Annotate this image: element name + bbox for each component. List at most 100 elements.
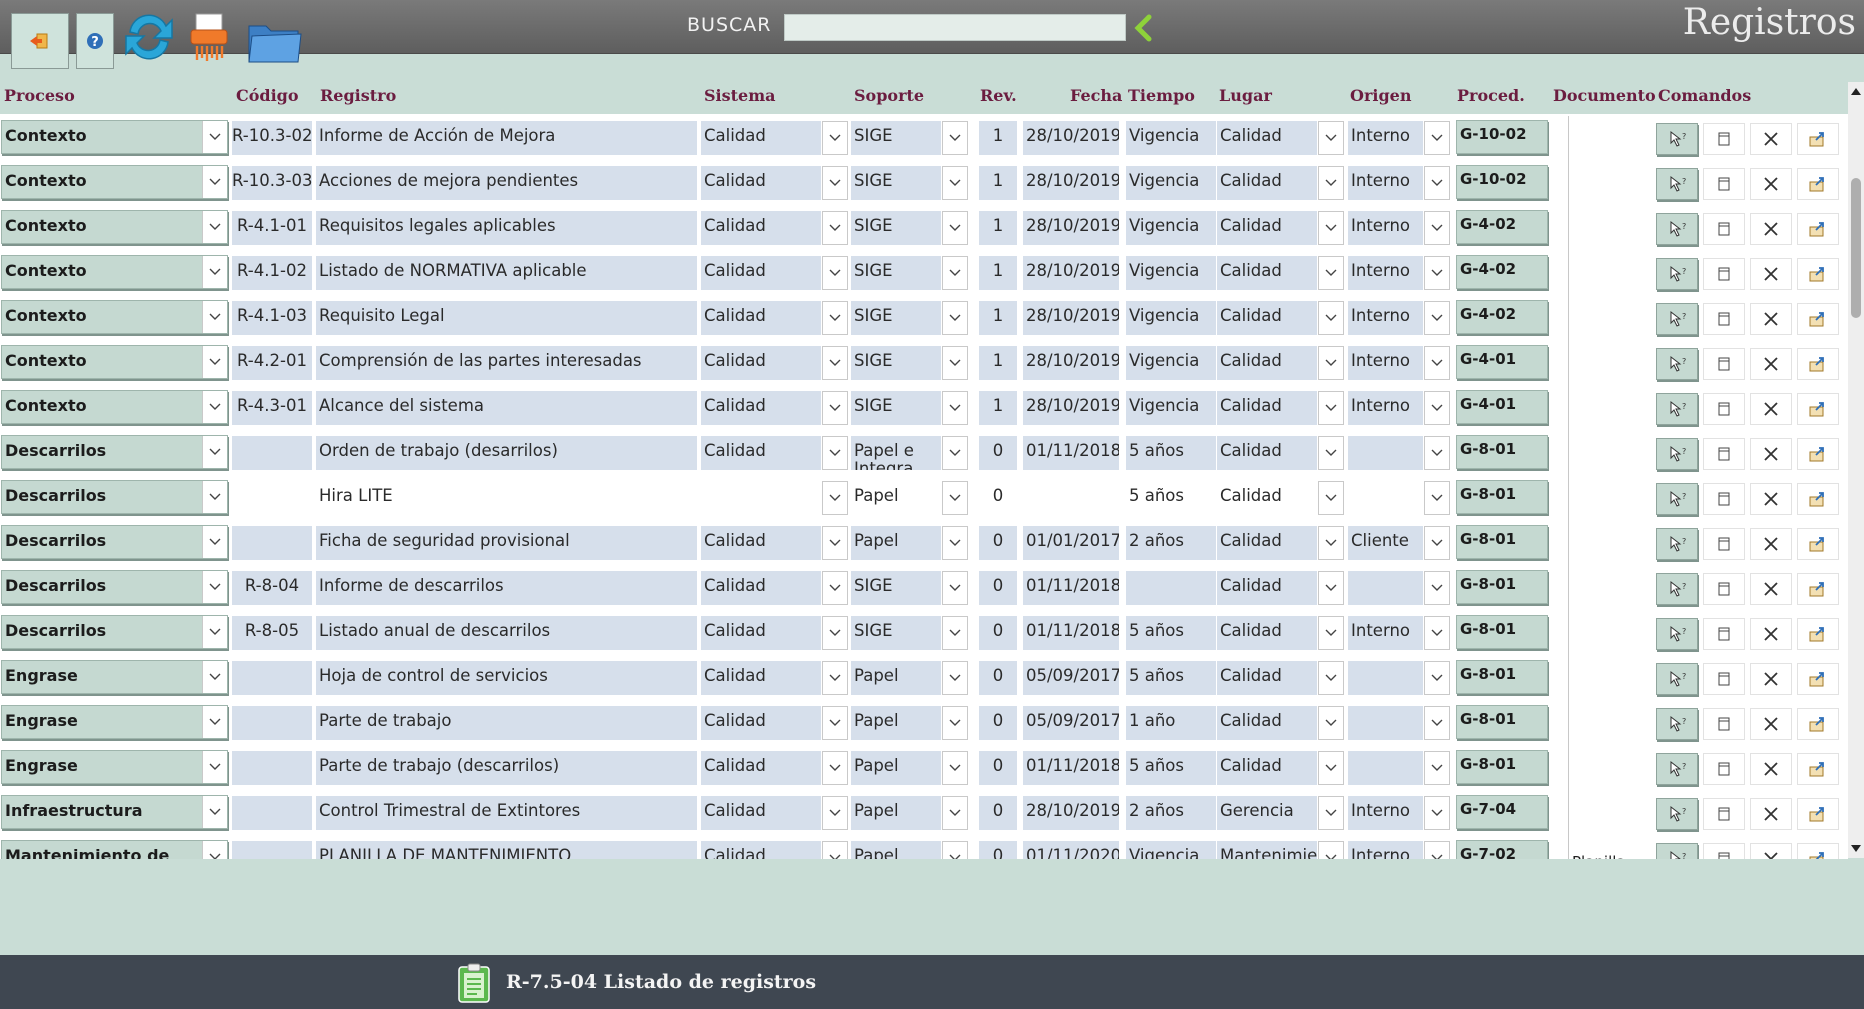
- tiempo-field[interactable]: Vigencia: [1126, 391, 1216, 425]
- registro-field[interactable]: Listado anual de descarrilos: [316, 616, 697, 650]
- chevron-down-icon[interactable]: [202, 661, 227, 693]
- chevron-down-icon[interactable]: [822, 661, 848, 695]
- registro-field[interactable]: PLANILLA DE MANTENIMIENTO: [316, 841, 697, 859]
- edit-button[interactable]: ?: [1656, 483, 1698, 515]
- chevron-down-icon[interactable]: [1318, 841, 1344, 859]
- proceso-combo[interactable]: Descarrilos: [1, 525, 228, 559]
- edit-button[interactable]: ?: [1656, 798, 1698, 830]
- codigo-field[interactable]: R-10.3-03: [232, 166, 312, 200]
- chevron-down-icon[interactable]: [822, 166, 848, 200]
- tiempo-field[interactable]: 5 años: [1126, 616, 1216, 650]
- fecha-field[interactable]: 01/01/2017: [1023, 526, 1119, 560]
- sistema-field[interactable]: [701, 481, 821, 515]
- lugar-field[interactable]: Calidad: [1217, 121, 1317, 155]
- chevron-down-icon[interactable]: [1318, 526, 1344, 560]
- origen-field[interactable]: Interno: [1348, 301, 1423, 335]
- lugar-field[interactable]: Calidad: [1217, 256, 1317, 290]
- documento-field[interactable]: Planilla: [1568, 836, 1656, 859]
- tiempo-field[interactable]: Vigencia: [1126, 841, 1216, 859]
- chevron-down-icon[interactable]: [1318, 301, 1344, 335]
- tiempo-field[interactable]: 5 años: [1126, 436, 1216, 470]
- proced-field[interactable]: G-8-01: [1456, 750, 1548, 784]
- edit-button[interactable]: ?: [1656, 663, 1698, 695]
- codigo-field[interactable]: [232, 796, 312, 830]
- rev-field[interactable]: 0: [979, 751, 1017, 785]
- codigo-field[interactable]: R-8-05: [232, 616, 312, 650]
- lugar-field[interactable]: Calidad: [1217, 616, 1317, 650]
- soporte-field[interactable]: SIGE: [851, 256, 941, 290]
- lugar-field[interactable]: Calidad: [1217, 346, 1317, 380]
- soporte-field[interactable]: SIGE: [851, 571, 941, 605]
- origen-field[interactable]: Interno: [1348, 211, 1423, 245]
- registro-field[interactable]: Informe de descarrilos: [316, 571, 697, 605]
- chevron-down-icon[interactable]: [1318, 256, 1344, 290]
- proced-field[interactable]: G-4-02: [1456, 300, 1548, 334]
- documento-field[interactable]: [1568, 476, 1656, 521]
- chevron-down-icon[interactable]: [1424, 121, 1450, 155]
- chevron-down-icon[interactable]: [822, 301, 848, 335]
- chevron-down-icon[interactable]: [1318, 571, 1344, 605]
- chevron-down-icon[interactable]: [202, 121, 227, 153]
- soporte-field[interactable]: SIGE: [851, 616, 941, 650]
- delete-button[interactable]: [1750, 348, 1792, 380]
- tiempo-field[interactable]: Vigencia: [1126, 166, 1216, 200]
- export-button[interactable]: [1797, 303, 1839, 335]
- registro-field[interactable]: Informe de Acción de Mejora: [316, 121, 697, 155]
- chevron-down-icon[interactable]: [942, 391, 968, 425]
- fecha-field[interactable]: 01/11/2018: [1023, 571, 1119, 605]
- chevron-down-icon[interactable]: [1424, 526, 1450, 560]
- rev-field[interactable]: 0: [979, 661, 1017, 695]
- chevron-down-icon[interactable]: [1318, 481, 1344, 515]
- proced-field[interactable]: G-8-01: [1456, 660, 1548, 694]
- chevron-down-icon[interactable]: [1424, 301, 1450, 335]
- copy-button[interactable]: [1703, 708, 1745, 740]
- chevron-down-icon[interactable]: [1318, 346, 1344, 380]
- codigo-field[interactable]: [232, 706, 312, 740]
- chevron-down-icon[interactable]: [1318, 751, 1344, 785]
- vertical-scrollbar[interactable]: [1848, 82, 1864, 858]
- export-button[interactable]: [1797, 663, 1839, 695]
- export-button[interactable]: [1797, 843, 1839, 859]
- documento-field[interactable]: [1568, 656, 1656, 701]
- rev-field[interactable]: 0: [979, 706, 1017, 740]
- fecha-field[interactable]: 28/10/2019: [1023, 301, 1119, 335]
- documento-field[interactable]: [1568, 521, 1656, 566]
- origen-field[interactable]: Interno: [1348, 346, 1423, 380]
- tiempo-field[interactable]: 2 años: [1126, 526, 1216, 560]
- fecha-field[interactable]: 28/10/2019: [1023, 121, 1119, 155]
- lugar-field[interactable]: Calidad: [1217, 211, 1317, 245]
- proced-field[interactable]: G-8-01: [1456, 705, 1548, 739]
- documento-field[interactable]: [1568, 386, 1656, 431]
- registro-field[interactable]: Listado de NORMATIVA aplicable: [316, 256, 697, 290]
- edit-button[interactable]: ?: [1656, 168, 1698, 200]
- chevron-down-icon[interactable]: [202, 256, 227, 288]
- search-input[interactable]: [784, 14, 1126, 41]
- chevron-down-icon[interactable]: [1318, 616, 1344, 650]
- fecha-field[interactable]: 01/11/2018: [1023, 616, 1119, 650]
- soporte-field[interactable]: SIGE: [851, 121, 941, 155]
- sistema-field[interactable]: Calidad: [701, 661, 821, 695]
- codigo-field[interactable]: R-4.1-01: [232, 211, 312, 245]
- chevron-down-icon[interactable]: [822, 391, 848, 425]
- codigo-field[interactable]: R-4.1-03: [232, 301, 312, 335]
- sistema-field[interactable]: Calidad: [701, 346, 821, 380]
- soporte-field[interactable]: Papel: [851, 706, 941, 740]
- delete-button[interactable]: [1750, 618, 1792, 650]
- rev-field[interactable]: 0: [979, 571, 1017, 605]
- export-button[interactable]: [1797, 213, 1839, 245]
- fecha-field[interactable]: 28/10/2019: [1023, 256, 1119, 290]
- proced-field[interactable]: G-10-02: [1456, 165, 1548, 199]
- lugar-field[interactable]: Calidad: [1217, 661, 1317, 695]
- chevron-down-icon[interactable]: [1318, 796, 1344, 830]
- tiempo-field[interactable]: [1126, 571, 1216, 605]
- edit-button[interactable]: ?: [1656, 258, 1698, 290]
- tiempo-field[interactable]: Vigencia: [1126, 346, 1216, 380]
- copy-button[interactable]: [1703, 438, 1745, 470]
- tiempo-field[interactable]: Vigencia: [1126, 301, 1216, 335]
- delete-button[interactable]: [1750, 438, 1792, 470]
- sistema-field[interactable]: Calidad: [701, 166, 821, 200]
- registro-field[interactable]: Requisito Legal: [316, 301, 697, 335]
- chevron-down-icon[interactable]: [822, 526, 848, 560]
- edit-button[interactable]: ?: [1656, 438, 1698, 470]
- soporte-field[interactable]: SIGE: [851, 301, 941, 335]
